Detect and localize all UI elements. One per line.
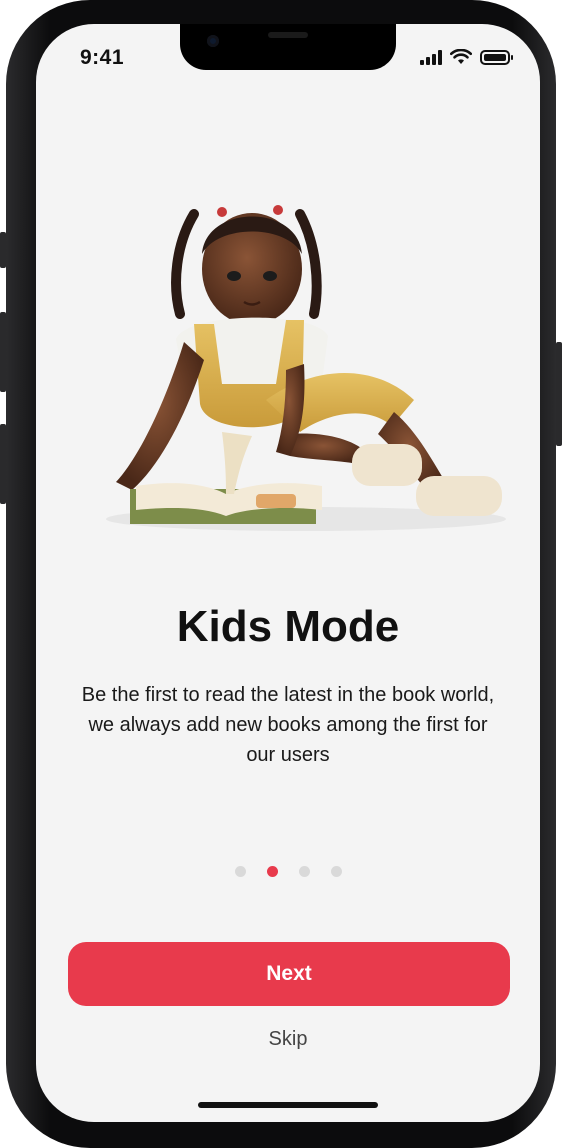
speaker-grille (268, 32, 308, 38)
screen: 9:41 Kids Mode Be the first to read the … (36, 24, 540, 1122)
page-description: Be the first to read the latest in the b… (81, 684, 495, 766)
wifi-icon (450, 49, 472, 64)
pagination-dot-3[interactable] (298, 866, 310, 877)
pagination-dot-4[interactable] (330, 866, 342, 877)
power-button (556, 342, 562, 446)
girl-reading-book-illustration (106, 205, 506, 531)
battery-icon (480, 49, 513, 65)
silent-switch (0, 232, 6, 268)
next-button[interactable]: Next (68, 942, 510, 1006)
home-indicator[interactable] (198, 1102, 378, 1108)
volume-down-button (0, 424, 6, 504)
pagination-dot-1[interactable] (234, 866, 246, 877)
skip-link[interactable]: Skip (36, 1028, 540, 1051)
pagination-dots (36, 866, 540, 877)
cellular-signal-icon (420, 49, 442, 65)
page-title: Kids Mode (176, 602, 400, 651)
status-time: 9:41 (80, 46, 125, 69)
pagination-dot-2-active[interactable] (266, 866, 278, 877)
front-camera (207, 35, 219, 47)
status-icons (420, 49, 513, 65)
volume-up-button (0, 312, 6, 392)
phone-frame: 9:41 Kids Mode Be the first to read the … (0, 0, 562, 1148)
notch (180, 24, 396, 70)
